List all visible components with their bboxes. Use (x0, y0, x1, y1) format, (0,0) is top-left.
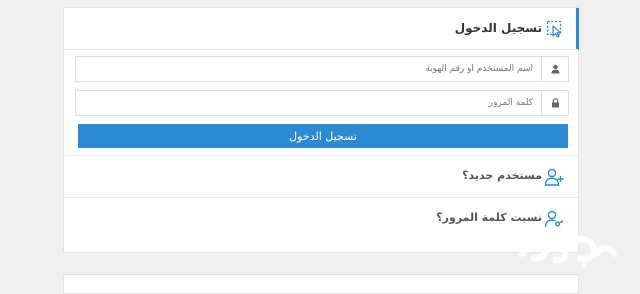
username-input[interactable] (81, 57, 541, 81)
secondary-panel (63, 274, 579, 294)
lock-icon (541, 91, 568, 115)
password-field[interactable] (75, 90, 569, 116)
watermark-logo (512, 224, 622, 272)
cursor-select-icon (546, 20, 564, 38)
login-button[interactable]: تسجيل الدخول (78, 124, 568, 148)
password-input[interactable] (81, 91, 541, 115)
panel-title: تسجيل الدخول (454, 21, 542, 35)
forgot-password-label: نسيت كلمة المرور؟ (436, 211, 542, 224)
new-user-label: مستخدم جديد؟ (462, 169, 542, 182)
login-panel: تسجيل الدخول تسجيل الدخول م (63, 7, 579, 253)
new-user-link[interactable]: مستخدم جديد؟ (64, 155, 578, 197)
panel-header: تسجيل الدخول (64, 8, 578, 50)
user-icon (541, 57, 568, 81)
username-field[interactable] (75, 56, 569, 82)
add-user-icon (544, 167, 564, 187)
forgot-password-link[interactable]: نسيت كلمة المرور؟ (64, 197, 578, 239)
